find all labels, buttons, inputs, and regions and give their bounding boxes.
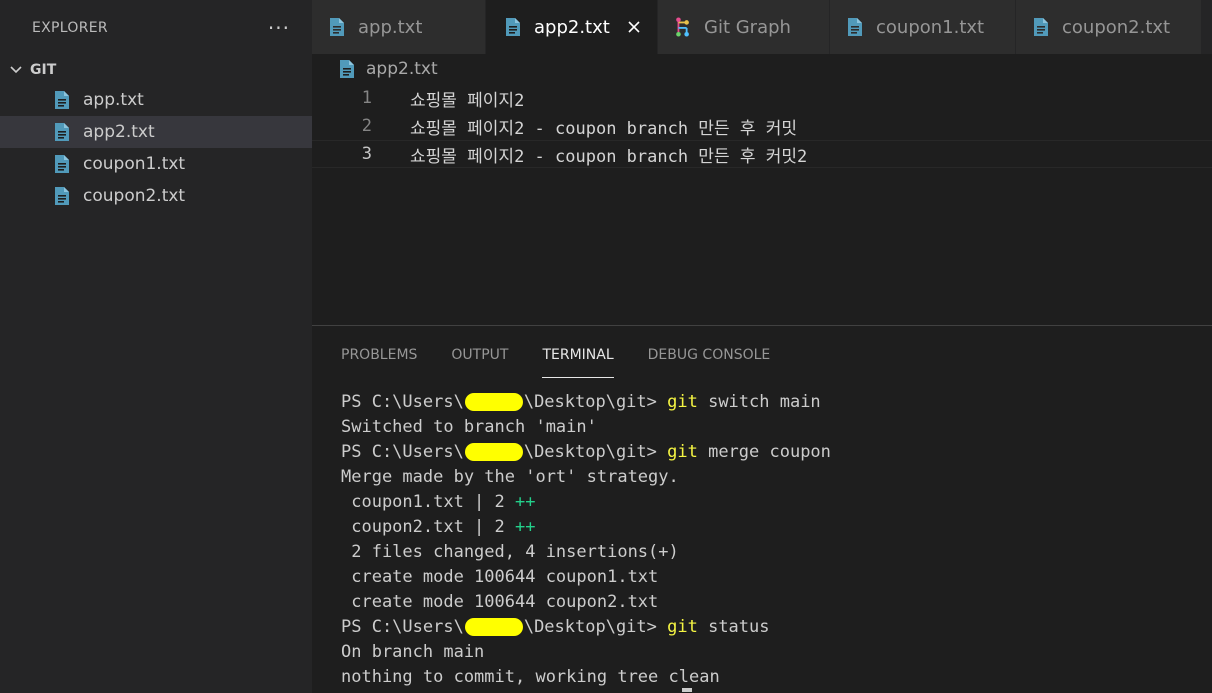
- file-icon: [55, 155, 69, 173]
- file-label: app2.txt: [83, 122, 155, 142]
- file-label: coupon1.txt: [83, 154, 186, 174]
- code-editor[interactable]: 1 쇼핑몰 페이지2 2 쇼핑몰 페이지2 - coupon branch 만든…: [312, 84, 1212, 325]
- diffstat-plus: ++: [515, 492, 536, 512]
- file-icon: [55, 123, 69, 141]
- tab-coupon2[interactable]: coupon2.txt: [1016, 0, 1202, 54]
- line-number: 2: [361, 116, 372, 136]
- terminal-line: On branch main: [341, 642, 485, 662]
- tab-coupon1[interactable]: coupon1.txt: [830, 0, 1016, 54]
- diffstat-plus: ++: [515, 517, 536, 537]
- explorer-title: EXPLORER: [32, 20, 108, 36]
- file-icon: [55, 187, 69, 205]
- explorer-file-coupon2[interactable]: coupon2.txt: [0, 180, 312, 212]
- terminal-line: create mode 100644 coupon2.txt: [341, 592, 659, 612]
- breadcrumb[interactable]: app2.txt: [312, 54, 1212, 84]
- terminal-line: 2 files changed, 4 insertions(+): [341, 542, 679, 562]
- file-icon: [1034, 18, 1048, 36]
- prompt-prefix: PS C:\Users\: [341, 392, 464, 412]
- prompt-suffix: \Desktop\git>: [523, 392, 668, 412]
- terminal-line: Merge made by the 'ort' strategy.: [341, 467, 679, 487]
- code-line[interactable]: 1 쇼핑몰 페이지2: [312, 84, 1212, 112]
- prompt-suffix: \Desktop\git>: [523, 442, 668, 462]
- redaction-mark: [464, 443, 523, 461]
- terminal-line: coupon1.txt | 2 ++: [341, 490, 1201, 515]
- editor-tab-bar: app.txt app2.txt Git Graph coupon1.txt c…: [312, 0, 1212, 54]
- terminal-line: PS C:\Users\ \Desktop\git> git merge coup…: [341, 440, 1201, 465]
- line-text: 쇼핑몰 페이지2 - coupon branch 만든 후 커밋2: [410, 146, 808, 167]
- prompt-prefix: PS C:\Users\: [341, 442, 464, 462]
- folder-git[interactable]: GIT: [0, 56, 312, 84]
- terminal-cursor: [682, 688, 692, 692]
- command-keyword: git: [667, 442, 698, 462]
- tab-label: app2.txt: [534, 16, 610, 38]
- line-number: 1: [361, 88, 372, 108]
- tab-app2[interactable]: app2.txt: [486, 0, 658, 54]
- command-keyword: git: [667, 617, 698, 637]
- tab-debug-console[interactable]: DEBUG CONSOLE: [648, 332, 771, 378]
- line-text: 쇼핑몰 페이지2: [410, 90, 525, 111]
- tab-label: Git Graph: [704, 16, 791, 38]
- command-args: status: [697, 617, 770, 637]
- redaction-mark: [464, 618, 523, 636]
- explorer-file-app2[interactable]: app2.txt: [0, 116, 312, 148]
- vscode-window: EXPLORER ··· GIT app.txt app2.txt coupon…: [0, 0, 1212, 693]
- terminal-line: PS C:\Users\ \Desktop\git> git status: [341, 615, 1201, 640]
- file-icon: [506, 18, 520, 36]
- tab-git-graph[interactable]: Git Graph: [658, 0, 830, 54]
- output-text: clean: [668, 667, 720, 687]
- command-args: switch main: [697, 392, 821, 412]
- tab-app[interactable]: app.txt: [312, 0, 486, 54]
- file-label: app.txt: [83, 90, 144, 110]
- command-keyword: git: [667, 392, 698, 412]
- terminal-line: Switched to branch 'main': [341, 417, 597, 437]
- terminal-line: create mode 100644 coupon1.txt: [341, 567, 659, 587]
- explorer-file-app[interactable]: app.txt: [0, 84, 312, 116]
- file-icon: [55, 91, 69, 109]
- breadcrumb-file: app2.txt: [366, 59, 438, 79]
- explorer-sidebar: EXPLORER ··· GIT app.txt app2.txt coupon…: [0, 0, 312, 693]
- terminal-line: nothing to commit, working tree clean: [341, 665, 1201, 690]
- terminal-line: PS C:\Users\ \Desktop\git> git switch mai…: [341, 390, 1201, 415]
- explorer-file-coupon1[interactable]: coupon1.txt: [0, 148, 312, 180]
- line-text: 쇼핑몰 페이지2 - coupon branch 만든 후 커밋: [410, 118, 797, 139]
- tab-label: app.txt: [358, 16, 423, 38]
- file-label: coupon2.txt: [83, 186, 186, 206]
- file-icon: [340, 60, 354, 78]
- diffstat-text: coupon2.txt | 2: [341, 517, 515, 537]
- prompt-suffix: \Desktop\git>: [523, 617, 668, 637]
- tab-terminal[interactable]: TERMINAL: [542, 332, 614, 378]
- file-icon: [848, 18, 862, 36]
- line-number: 3: [361, 144, 372, 164]
- tab-label: coupon2.txt: [1062, 16, 1171, 38]
- close-icon[interactable]: [623, 16, 645, 38]
- panel-tab-bar: PROBLEMS OUTPUT TERMINAL DEBUG CONSOLE: [312, 326, 1212, 378]
- more-actions-icon[interactable]: ···: [268, 16, 290, 40]
- prompt-prefix: PS C:\Users\: [341, 617, 464, 637]
- code-line[interactable]: 2 쇼핑몰 페이지2 - coupon branch 만든 후 커밋: [312, 112, 1212, 140]
- git-graph-icon: [676, 17, 689, 37]
- explorer-header: EXPLORER ···: [0, 0, 312, 56]
- file-icon: [330, 18, 344, 36]
- folder-label: GIT: [30, 62, 57, 78]
- terminal-line: coupon2.txt | 2 ++: [341, 515, 1201, 540]
- code-line-current[interactable]: 3 쇼핑몰 페이지2 - coupon branch 만든 후 커밋2: [312, 140, 1212, 168]
- tab-problems[interactable]: PROBLEMS: [341, 332, 417, 378]
- output-text: nothing to commit, working tree: [341, 667, 659, 687]
- chevron-down-icon: [8, 62, 24, 78]
- tab-output[interactable]: OUTPUT: [451, 332, 508, 378]
- tab-label: coupon1.txt: [876, 16, 985, 38]
- bottom-panel: PROBLEMS OUTPUT TERMINAL DEBUG CONSOLE P…: [312, 325, 1212, 693]
- diffstat-text: coupon1.txt | 2: [341, 492, 515, 512]
- command-args: merge coupon: [697, 442, 831, 462]
- redaction-mark: [464, 393, 523, 411]
- terminal-output[interactable]: PS C:\Users\ \Desktop\git> git switch mai…: [341, 390, 1201, 690]
